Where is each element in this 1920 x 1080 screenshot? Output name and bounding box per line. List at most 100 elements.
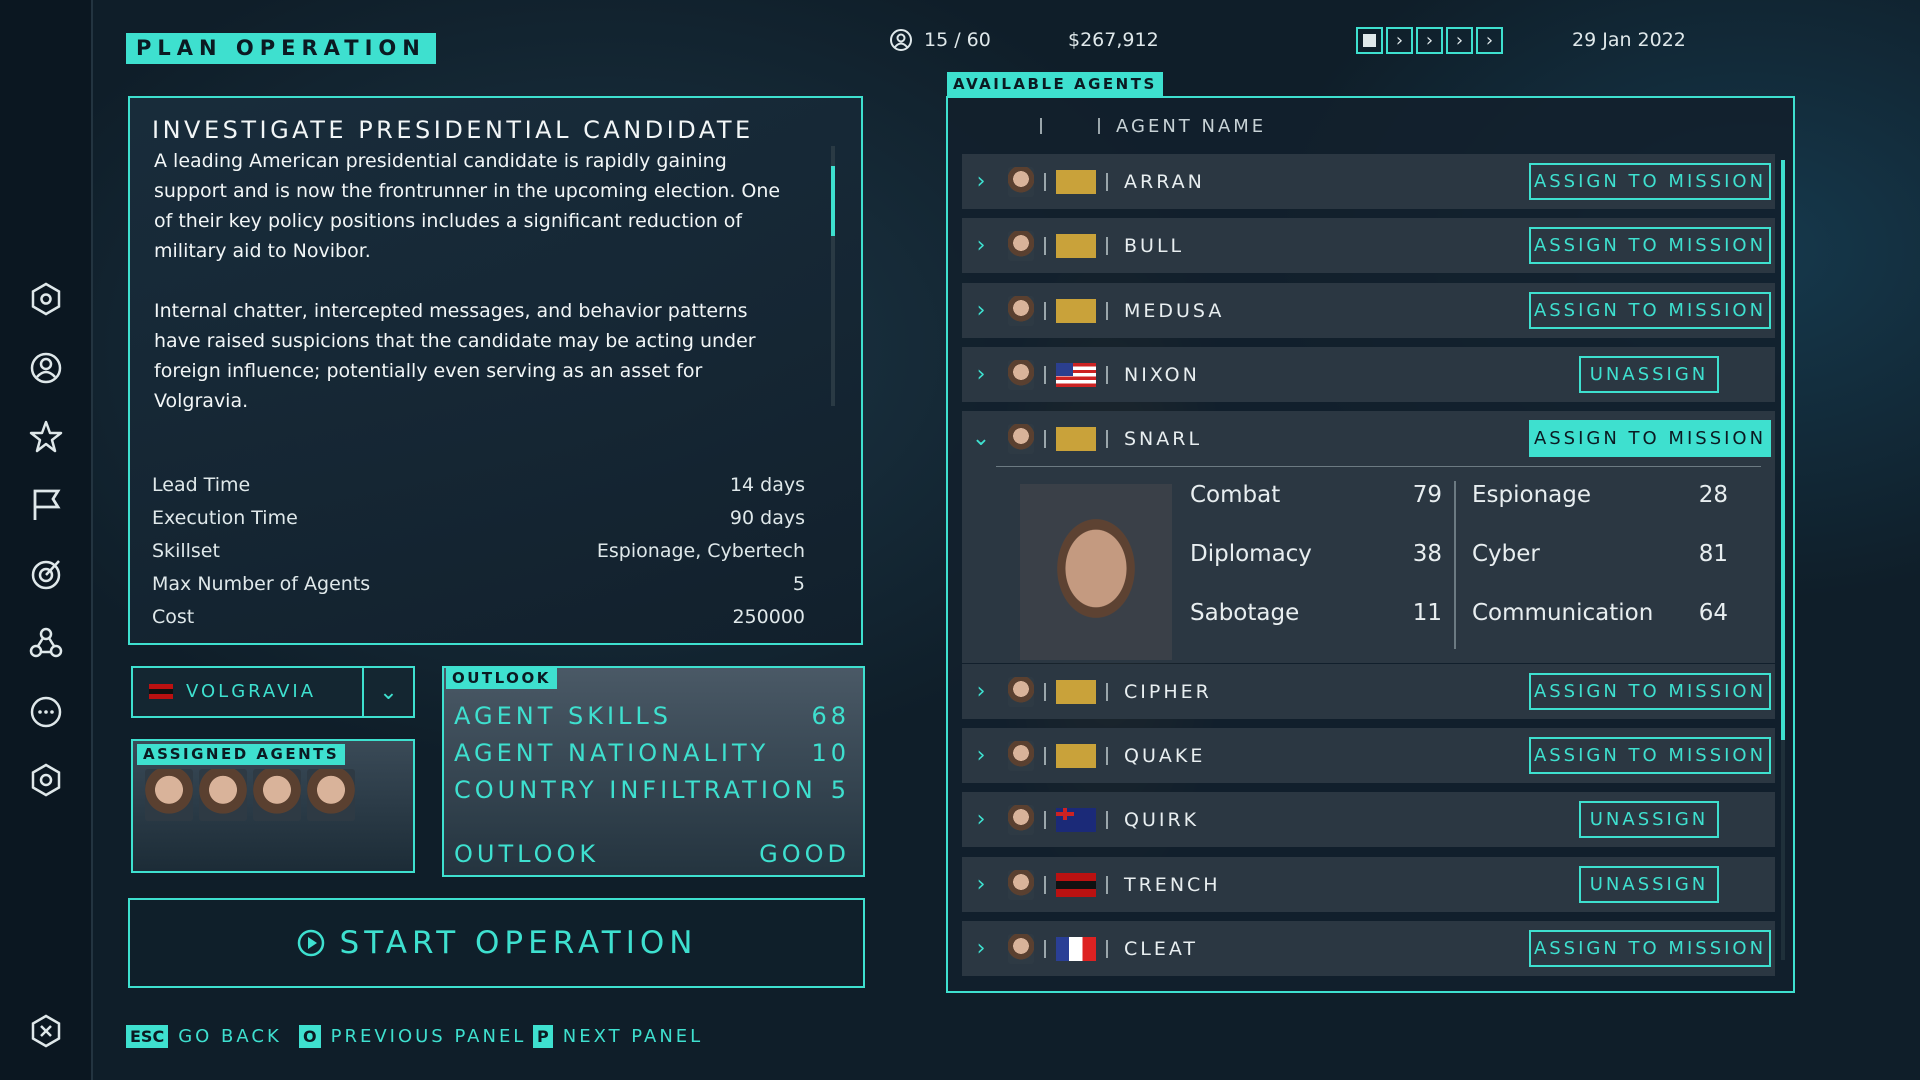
key-o: O (299, 1025, 321, 1048)
country-select[interactable]: VOLGRAVIA ⌄ (131, 666, 415, 718)
agent-row[interactable]: › CIPHER ASSIGN TO MISSION (962, 664, 1775, 719)
agent-row[interactable]: › TRENCH UNASSIGN (962, 857, 1775, 912)
assigned-agent-portrait[interactable] (307, 769, 355, 821)
agent-name: CLEAT (1124, 937, 1198, 960)
chevron-right-icon[interactable]: › (966, 936, 996, 961)
settings-hex-icon[interactable] (28, 762, 64, 798)
divider (1106, 172, 1108, 191)
scrollbar-thumb[interactable] (831, 166, 835, 236)
chevron-right-icon[interactable]: › (966, 233, 996, 258)
skill-label: Diplomacy (1190, 541, 1312, 567)
more-options-icon[interactable] (28, 694, 64, 730)
money-balance: $267,912 (1068, 29, 1159, 51)
chevron-right-icon[interactable]: › (966, 743, 996, 768)
speed-2-button[interactable]: › (1416, 27, 1443, 54)
agent-name: QUIRK (1124, 808, 1200, 831)
network-icon[interactable] (28, 625, 64, 661)
pause-icon (1363, 34, 1376, 47)
assign-to-mission-button[interactable]: ASSIGN TO MISSION (1529, 163, 1771, 200)
australia-flag-icon (1056, 807, 1096, 832)
agent-portrait (1008, 230, 1034, 261)
detail-row: Max Number of Agents 5 (152, 573, 805, 595)
star-icon[interactable] (28, 419, 64, 455)
agent-row[interactable]: › QUIRK UNASSIGN (962, 792, 1775, 847)
assigned-agent-portrait[interactable] (253, 769, 301, 821)
detail-row: Lead Time 14 days (152, 474, 805, 496)
divider (1106, 682, 1108, 701)
outlook-label: OUTLOOK (446, 668, 557, 689)
agent-name: SNARL (1124, 427, 1203, 450)
chevron-right-icon[interactable]: › (966, 298, 996, 323)
home-hex-icon[interactable] (28, 281, 64, 317)
agent-row-expanded[interactable]: ⌄ SNARL ASSIGN TO MISSION (962, 411, 1775, 466)
detail-value: 90 days (729, 507, 805, 529)
assign-to-mission-button[interactable]: ASSIGN TO MISSION (1529, 930, 1771, 967)
mission-description-paragraph: A leading American presidential candidat… (154, 150, 781, 262)
agent-name: TRENCH (1124, 873, 1221, 896)
unassign-button[interactable]: UNASSIGN (1579, 356, 1719, 393)
divider (1044, 365, 1046, 384)
chevron-right-icon[interactable]: › (966, 679, 996, 704)
unassign-button[interactable]: UNASSIGN (1579, 801, 1719, 838)
chevron-right-icon[interactable]: › (966, 872, 996, 897)
chevron-right-icon[interactable]: › (966, 169, 996, 194)
mission-description-paragraph: Internal chatter, intercepted messages, … (154, 300, 756, 412)
detail-value: 250000 (732, 606, 805, 628)
speed-4-button[interactable]: › (1476, 27, 1503, 54)
assigned-agent-portrait[interactable] (145, 769, 193, 821)
assign-to-mission-button[interactable]: ASSIGN TO MISSION (1529, 673, 1771, 710)
divider (1044, 746, 1046, 765)
hint-go-back[interactable]: ESC GO BACK (126, 1025, 282, 1048)
assign-to-mission-button[interactable]: ASSIGN TO MISSION (1529, 737, 1771, 774)
skill-value: 79 (1412, 482, 1442, 508)
speed-1-button[interactable]: › (1386, 27, 1413, 54)
pause-button[interactable] (1356, 27, 1383, 54)
assign-to-mission-button[interactable]: ASSIGN TO MISSION (1529, 420, 1771, 457)
target-icon[interactable] (28, 556, 64, 592)
assigned-agent-portrait[interactable] (199, 769, 247, 821)
outlook-row: COUNTRY INFILTRATION 5 (454, 776, 850, 804)
flag-icon[interactable] (28, 487, 64, 523)
outlook-summary: OUTLOOK GOOD (454, 840, 850, 868)
outlook-row-label: AGENT SKILLS (454, 702, 673, 730)
hint-label: PREVIOUS PANEL (330, 1026, 527, 1047)
key-p: P (533, 1025, 553, 1048)
agent-row[interactable]: › BULL ASSIGN TO MISSION (962, 218, 1775, 273)
divider (1044, 810, 1046, 829)
agent-row[interactable]: › ARRAN ASSIGN TO MISSION (962, 154, 1775, 209)
agent-row[interactable]: › CLEAT ASSIGN TO MISSION (962, 921, 1775, 976)
chevron-down-icon[interactable]: ⌄ (966, 426, 996, 451)
outlook-summary-value: GOOD (759, 840, 850, 868)
hint-previous-panel[interactable]: O PREVIOUS PANEL (299, 1025, 526, 1048)
scrollbar-thumb[interactable] (1781, 160, 1785, 740)
chevron-down-icon[interactable]: ⌄ (362, 668, 413, 716)
volgravia-eagle-flag-icon (1056, 679, 1096, 704)
agent-portrait (1008, 804, 1034, 835)
agent-detail-panel: Combat 79 Espionage 28 Diplomacy 38 Cybe… (962, 466, 1775, 663)
start-operation-button[interactable]: START OPERATION (128, 898, 865, 988)
agent-row[interactable]: › QUAKE ASSIGN TO MISSION (962, 728, 1775, 783)
agent-name: NIXON (1124, 363, 1200, 386)
speed-3-button[interactable]: › (1446, 27, 1473, 54)
agent-profile-icon[interactable] (28, 350, 64, 386)
agent-row[interactable]: › NIXON UNASSIGN (962, 347, 1775, 402)
divider (1044, 939, 1046, 958)
available-agents-panel: AGENT NAME › ARRAN ASSIGN TO MISSION › B… (946, 96, 1795, 993)
column-header-agent-name[interactable]: AGENT NAME (1116, 116, 1266, 137)
description-scrollbar[interactable] (831, 146, 835, 406)
close-hex-icon[interactable] (28, 1013, 64, 1049)
agent-row[interactable]: › MEDUSA ASSIGN TO MISSION (962, 283, 1775, 338)
detail-value: Espionage, Cybertech (596, 540, 805, 562)
chevron-right-icon[interactable]: › (966, 807, 996, 832)
outlook-summary-label: OUTLOOK (454, 840, 600, 868)
unassign-button[interactable]: UNASSIGN (1579, 866, 1719, 903)
game-date: 29 Jan 2022 (1572, 29, 1686, 51)
skill-value: 38 (1412, 541, 1442, 567)
chevron-right-icon[interactable]: › (966, 362, 996, 387)
assign-to-mission-button[interactable]: ASSIGN TO MISSION (1529, 227, 1771, 264)
assign-to-mission-button[interactable]: ASSIGN TO MISSION (1529, 292, 1771, 329)
hint-next-panel[interactable]: P NEXT PANEL (533, 1025, 703, 1048)
agents-scrollbar[interactable] (1781, 160, 1785, 960)
skill-label: Combat (1190, 482, 1281, 508)
detail-label: Lead Time (152, 474, 251, 496)
